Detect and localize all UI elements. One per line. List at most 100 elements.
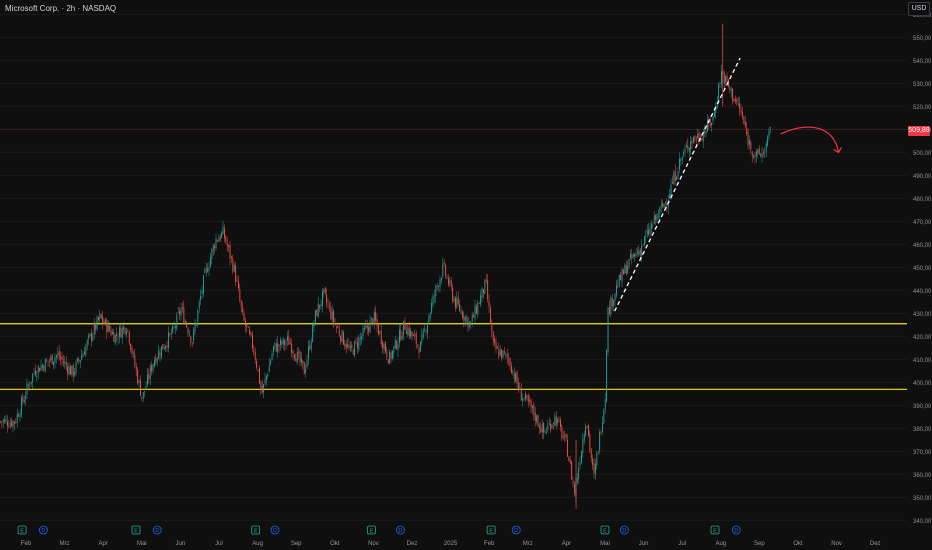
candle-body — [732, 89, 734, 101]
y-tick-label: 400,00 — [913, 381, 932, 387]
candle-body — [492, 331, 494, 341]
candle-body — [25, 396, 27, 399]
chart-grid — [0, 13, 907, 521]
candle-body — [639, 249, 641, 255]
candle-body — [180, 308, 182, 316]
candle-body — [236, 280, 238, 282]
candle-body — [709, 120, 711, 126]
candle-body — [369, 320, 371, 333]
x-tick-label: Jul — [215, 541, 223, 547]
candle-body — [212, 245, 214, 252]
candle-body — [175, 326, 176, 328]
candle-body — [99, 313, 101, 319]
candle-body — [18, 415, 20, 417]
candle-body — [191, 342, 193, 344]
candle-body — [82, 353, 84, 357]
candle-body — [351, 344, 353, 349]
y-tick-label: 520,00 — [913, 105, 932, 111]
candle-body — [348, 345, 350, 348]
candle-body — [400, 330, 402, 341]
candle-body — [425, 331, 427, 332]
candle-body — [57, 353, 59, 356]
candle-body — [138, 380, 140, 383]
candle-body — [389, 351, 391, 364]
candle-body — [224, 228, 225, 238]
candle-body — [695, 139, 697, 141]
currency-button[interactable]: USD — [908, 2, 930, 16]
candle-body — [411, 331, 413, 336]
candle-body — [364, 327, 365, 330]
candle-body — [534, 413, 536, 421]
candle-body — [399, 329, 400, 343]
candle-body — [712, 116, 714, 121]
candle-body — [44, 359, 46, 372]
candle-body — [63, 361, 64, 363]
candle-body — [574, 483, 575, 494]
candle-body — [54, 357, 56, 363]
candle-body — [558, 420, 560, 422]
price-chart[interactable]: 340,00 350,00 360,00 370,00 380,00 390,00 400,… — [0, 0, 932, 550]
candle-body — [421, 334, 423, 343]
candle-body — [599, 432, 601, 451]
candle-body — [387, 359, 389, 364]
candle-body — [547, 425, 549, 430]
candle-body — [616, 285, 617, 296]
candle-body — [407, 328, 409, 336]
candle-body — [532, 405, 533, 409]
candle-body — [299, 351, 301, 363]
candle-body — [316, 309, 318, 317]
candle-body — [88, 335, 90, 339]
price-axis[interactable]: 340,00 350,00 360,00 370,00 380,00 390,00 400,… — [913, 13, 932, 525]
candle-body — [382, 342, 384, 349]
candle-body — [92, 335, 94, 341]
candle-body — [723, 72, 725, 84]
candle-body — [378, 325, 379, 335]
candle-body — [561, 426, 563, 439]
candle-body — [715, 108, 717, 113]
candle-body — [163, 348, 165, 350]
candle-body — [23, 400, 25, 403]
candle-body — [747, 131, 749, 146]
candle-body — [196, 322, 197, 326]
candle-body — [554, 415, 556, 426]
x-tick-label: Mrz — [60, 541, 70, 547]
candle-body — [285, 342, 287, 344]
candle-body — [194, 325, 196, 332]
candle-body — [151, 365, 153, 372]
candle-body — [511, 366, 512, 374]
candle-body — [579, 462, 581, 466]
candle-body — [757, 149, 759, 154]
candle-body — [5, 419, 7, 421]
candle-body — [565, 434, 567, 439]
candle-body — [502, 350, 504, 358]
candle-body — [19, 414, 21, 418]
candle-body — [519, 386, 521, 390]
y-tick-label: 480,00 — [913, 197, 932, 203]
candle-body — [459, 304, 461, 311]
candle-body — [681, 157, 683, 162]
time-axis[interactable]: Feb Mrz Apr Mai Jun Jul Aug Sep Okt Nov Dez 2025 Feb… — [21, 541, 881, 547]
candle-body — [95, 323, 97, 330]
candle-body — [305, 369, 307, 373]
candle-body — [428, 316, 430, 324]
candle-body — [557, 418, 559, 424]
candle-body — [340, 335, 342, 342]
y-tick-label: 370,00 — [913, 450, 932, 456]
x-tick-label: Jul — [678, 541, 686, 547]
candle-body — [12, 420, 14, 427]
candle-body — [638, 250, 640, 256]
candle-body — [131, 348, 133, 355]
projection-arrow — [780, 126, 840, 153]
candle-body — [436, 285, 438, 287]
candle-body — [414, 334, 416, 336]
candle-body — [679, 158, 680, 170]
candle-body — [464, 316, 466, 323]
candle-body — [330, 307, 332, 319]
candle-body — [373, 312, 375, 325]
candle-body — [607, 308, 609, 352]
candle-body — [61, 356, 63, 360]
candle-body — [319, 304, 321, 308]
symbol-title[interactable]: Microsoft Corp. · 2h · NASDAQ — [5, 4, 116, 13]
earnings-marker-label: E — [713, 528, 717, 534]
candle-body — [219, 236, 221, 240]
